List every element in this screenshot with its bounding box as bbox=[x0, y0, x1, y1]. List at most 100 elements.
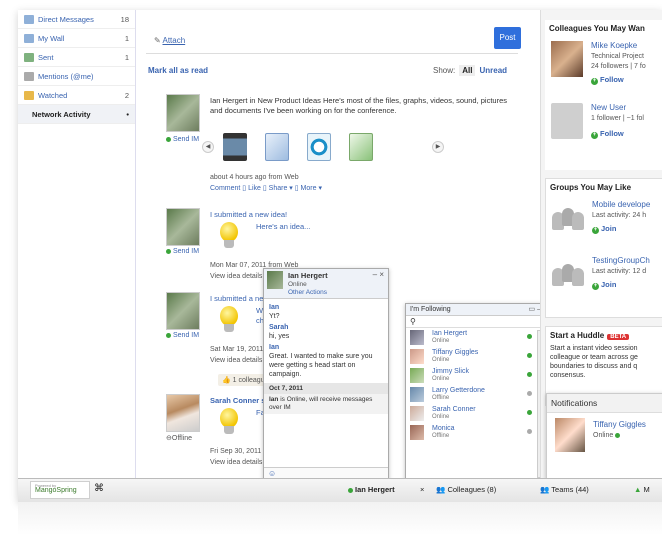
window-reflection bbox=[18, 502, 662, 535]
offline-status: ⊖Offline bbox=[166, 435, 192, 442]
follow-button[interactable]: + Follow bbox=[591, 129, 624, 139]
chat-tab-close[interactable]: × bbox=[420, 485, 424, 494]
send-im-link[interactable]: Send IM bbox=[166, 332, 199, 339]
notification-status: Online bbox=[593, 432, 622, 439]
excel-document-icon[interactable] bbox=[349, 133, 373, 161]
avatar[interactable] bbox=[555, 418, 585, 452]
following-contact[interactable]: Tiffany Giggles Online bbox=[406, 347, 545, 366]
sidebar-item-count: 1 bbox=[124, 52, 129, 62]
sidebar-item-network-activity[interactable]: Network Activity • bbox=[18, 105, 135, 124]
avatar[interactable] bbox=[166, 208, 200, 246]
send-im-link[interactable]: Send IM bbox=[166, 136, 199, 143]
group-name[interactable]: TestingGroupCh bbox=[592, 256, 650, 265]
feed-item-actions[interactable]: Comment ▯ Like ▯ Share ▾ ▯ More ▾ bbox=[210, 184, 322, 192]
following-contact[interactable]: Sarah Conner Online bbox=[406, 404, 545, 423]
sidebar-item-direct-messages[interactable]: Direct Messages 18 bbox=[18, 10, 135, 29]
online-status-icon bbox=[527, 353, 532, 358]
other-actions-link[interactable]: Other Actions bbox=[288, 289, 327, 296]
view-idea-details-link[interactable]: View idea details ▯ bbox=[210, 356, 268, 364]
avatar bbox=[267, 271, 283, 289]
following-contact[interactable]: Jimmy Slick Online bbox=[406, 366, 545, 385]
section-title: Colleagues You May Wan bbox=[549, 24, 645, 33]
colleague-name[interactable]: New User bbox=[591, 103, 626, 112]
join-button[interactable]: + Join bbox=[592, 224, 616, 234]
emoticon-icon[interactable]: ☺ bbox=[268, 469, 276, 478]
contact-status: Online bbox=[432, 414, 450, 420]
idea-link[interactable]: Here's an idea... bbox=[256, 222, 310, 232]
app-window: Direct Messages 18 My Wall 1 Sent 1 Mention… bbox=[18, 10, 662, 502]
group-icon bbox=[552, 264, 584, 286]
avatar bbox=[410, 368, 424, 383]
post-button[interactable]: Post bbox=[494, 27, 521, 49]
sidebar-item-count: 2 bbox=[124, 90, 129, 100]
teams-icon: 👥 bbox=[540, 485, 552, 494]
wall-icon bbox=[24, 33, 34, 43]
chat-header[interactable]: Ian Hergert Online Other Actions – × bbox=[264, 269, 388, 299]
contact-name: Ian Hergert bbox=[432, 330, 468, 337]
attach-link[interactable]: ✎ Attach bbox=[154, 36, 185, 45]
group-activity: Last activity: 24 h bbox=[592, 212, 647, 219]
avatar[interactable] bbox=[166, 94, 200, 132]
colleagues-tab[interactable]: 👥 Colleagues (8) bbox=[436, 485, 496, 494]
left-sidebar: Direct Messages 18 My Wall 1 Sent 1 Mention… bbox=[18, 10, 136, 478]
contact-name: Tiffany Giggles bbox=[432, 349, 479, 356]
watched-icon bbox=[24, 90, 34, 100]
word-document-icon[interactable] bbox=[265, 133, 289, 161]
following-contact[interactable]: Monica Offline bbox=[406, 423, 545, 442]
sidebar-item-my-wall[interactable]: My Wall 1 bbox=[18, 29, 135, 48]
send-im-link[interactable]: Send IM bbox=[166, 248, 199, 255]
mangospring-logo: Powered by MangoSpring bbox=[30, 481, 90, 499]
expand-icon[interactable]: ⌘ bbox=[94, 483, 104, 494]
view-idea-details-link[interactable]: View idea details ▯ bbox=[210, 458, 268, 466]
feed-item-text: I submitted a new idea! bbox=[210, 210, 288, 219]
colleague-name[interactable]: Mike Koepke bbox=[591, 41, 637, 50]
feed-item-text: Sarah Conner s bbox=[210, 396, 266, 405]
online-status-icon bbox=[527, 372, 532, 377]
avatar[interactable] bbox=[551, 103, 583, 139]
sidebar-item-count: • bbox=[126, 109, 129, 119]
view-idea-details-link[interactable]: View idea details ▯ bbox=[210, 272, 268, 280]
section-title: Start a Huddle BETA bbox=[546, 327, 662, 344]
carousel-prev-icon[interactable]: ◀ bbox=[202, 141, 214, 153]
feed-item-time: Sat Mar 19, 2011 bbox=[210, 346, 264, 353]
join-button[interactable]: + Join bbox=[592, 280, 616, 290]
filter-unread[interactable]: Unread bbox=[479, 66, 507, 75]
avatar[interactable] bbox=[551, 41, 583, 77]
notifications-title: Notifications bbox=[547, 394, 662, 413]
following-search[interactable]: ⚲ bbox=[406, 316, 545, 328]
following-header: I'm Following ▭ – bbox=[406, 304, 545, 316]
sidebar-item-watched[interactable]: Watched 2 bbox=[18, 86, 135, 105]
avatar bbox=[410, 387, 424, 402]
messages-icon bbox=[24, 14, 34, 24]
suggested-group: TestingGroupCh Last activity: 12 d + Join bbox=[546, 252, 662, 308]
group-icon bbox=[552, 208, 584, 230]
section-title: Groups You May Like bbox=[550, 183, 632, 192]
attachment-carousel: ◀ ▶ bbox=[202, 133, 444, 161]
chat-tab[interactable]: Ian Hergert bbox=[348, 485, 395, 494]
teams-tab[interactable]: 👥 Teams (44) bbox=[540, 485, 589, 494]
filter-all[interactable]: All bbox=[459, 65, 476, 76]
notification-name[interactable]: Tiffany Giggles bbox=[593, 420, 646, 429]
chat-window-controls[interactable]: – × bbox=[373, 270, 384, 279]
search-document-icon[interactable] bbox=[307, 133, 331, 161]
carousel-next-icon[interactable]: ▶ bbox=[432, 141, 444, 153]
following-contact[interactable]: Ian Hergert Online bbox=[406, 328, 545, 347]
sidebar-item-mentions[interactable]: Mentions (@me) bbox=[18, 67, 135, 86]
notifications-panel: Notifications Tiffany Giggles Online bbox=[546, 393, 662, 480]
sidebar-item-label: Network Activity bbox=[32, 109, 91, 119]
sidebar-item-label: Watched bbox=[38, 90, 68, 100]
following-contact[interactable]: Larry Getterdone Offline bbox=[406, 385, 545, 404]
more-tab[interactable]: ▲ M bbox=[634, 485, 650, 494]
sidebar-item-sent[interactable]: Sent 1 bbox=[18, 48, 135, 67]
chat-window[interactable]: Ian Hergert Online Other Actions – × Ian… bbox=[263, 268, 389, 480]
mark-all-read-link[interactable]: Mark all as read bbox=[148, 66, 208, 75]
video-file-icon[interactable] bbox=[223, 133, 247, 161]
group-name[interactable]: Mobile develope bbox=[592, 200, 650, 209]
message-text: hi, yes bbox=[269, 333, 290, 340]
contact-name: Monica bbox=[432, 425, 455, 432]
avatar bbox=[410, 349, 424, 364]
avatar[interactable] bbox=[166, 292, 200, 330]
lightbulb-icon bbox=[218, 222, 240, 252]
avatar[interactable] bbox=[166, 394, 200, 432]
follow-button[interactable]: + Follow bbox=[591, 75, 624, 85]
